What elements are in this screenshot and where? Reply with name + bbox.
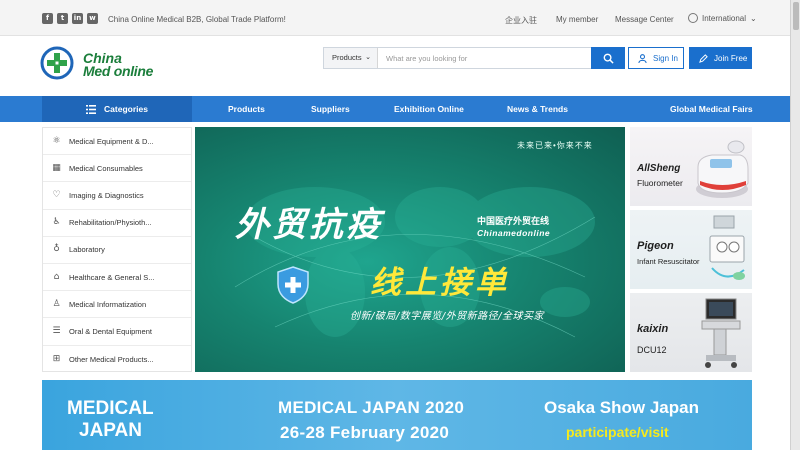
sidebar-item-label: Medical Equipment & D... [69, 136, 154, 146]
vertical-scrollbar[interactable] [790, 0, 800, 450]
heartbeat-icon: ♡ [52, 189, 61, 200]
expo-logo-line1: MEDICAL [67, 398, 154, 419]
ad-product: Fluorometer [637, 178, 683, 188]
language-label: International [702, 13, 747, 23]
resuscitator-device-image [709, 215, 745, 280]
social-links: f t in w [42, 13, 98, 24]
shield-icon [277, 266, 309, 304]
search-button[interactable] [591, 47, 625, 69]
scrollbar-thumb[interactable] [793, 2, 799, 30]
sidebar-item-label: Healthcare & General S... [69, 272, 155, 282]
expo-cta[interactable]: participate/visit [566, 424, 669, 440]
expo-logo-line2: JAPAN [79, 420, 142, 441]
apps-icon: ⊞ [52, 353, 61, 364]
main-nav: Categories Products Suppliers Exhibition… [0, 96, 790, 122]
chevron-down-icon: ⌄ [750, 13, 757, 23]
linkedin-icon[interactable]: in [72, 13, 83, 24]
ad-kaixin-dcu12[interactable]: kaixin DCU12 [630, 293, 752, 372]
facebook-icon[interactable]: f [42, 13, 53, 24]
expo-dates: 26-28 February 2020 [280, 423, 450, 442]
sidebar-item-medical-equipment[interactable]: ⚛ Medical Equipment & D... [43, 128, 191, 156]
nav-categories-label: Categories [104, 104, 148, 114]
top-utility-bar: f t in w China Online Medical B2B, Globa… [0, 0, 790, 36]
ad-brand: Pigeon [637, 240, 674, 252]
sidebar-item-other-products[interactable]: ⊞ Other Medical Products... [43, 346, 191, 373]
banner-site-cn: 中国医疗外贸在线 [477, 216, 550, 226]
nav-categories[interactable]: Categories [42, 96, 192, 122]
fluorometer-device-image [696, 140, 749, 198]
banner-slogan: 创新/破局/数字展览/外贸新路径/全球买家 [350, 311, 544, 322]
ad-product: DCU12 [637, 345, 667, 355]
medical-japan-banner[interactable]: MEDICAL JAPAN MEDICAL JAPAN 2020 26-28 F… [42, 380, 752, 450]
join-free-button[interactable]: Join Free [689, 47, 752, 69]
sidebar-item-imaging-diagnostics[interactable]: ♡ Imaging & Diagnostics [43, 182, 191, 210]
sidebar-item-label: Medical Informatization [69, 299, 147, 309]
sidebar-item-label: Other Medical Products... [69, 354, 154, 364]
nav-item-suppliers[interactable]: Suppliers [311, 104, 350, 114]
nav-item-exhibition-online[interactable]: Exhibition Online [394, 104, 464, 114]
sign-in-button[interactable]: Sign In [628, 47, 684, 69]
message-center-link[interactable]: Message Center [615, 15, 674, 24]
ad-brand: AllSheng [637, 163, 681, 174]
sign-in-label: Sign In [653, 53, 678, 63]
wechat-icon[interactable]: w [87, 13, 98, 24]
ultrasound-device-image [701, 298, 741, 368]
tooth-icon: ♁ [53, 244, 60, 255]
site-tagline: China Online Medical B2B, Global Trade P… [108, 15, 286, 24]
sidebar-item-label: Medical Consumables [69, 163, 143, 173]
search-category-select[interactable]: Products ⌄ [324, 48, 378, 68]
banner-top-text: 未来已来•你来不来 [517, 141, 593, 150]
chevron-down-icon: ⌄ [365, 54, 371, 61]
enterprise-enter-link[interactable]: 企业入驻 [505, 15, 537, 26]
expo-location: Osaka Show Japan [544, 398, 699, 417]
sidebar-item-laboratory[interactable]: ♁ Laboratory [43, 237, 191, 264]
grid-icon: ▦ [52, 162, 61, 173]
menu-icon [86, 104, 97, 114]
sidebar-item-rehabilitation[interactable]: ♿ Rehabilitation/Physioth... [43, 210, 191, 237]
join-free-label: Join Free [714, 53, 748, 63]
expo-logo: MEDICAL JAPAN [67, 398, 154, 442]
globe-icon [688, 13, 698, 23]
ad-allsheng-fluorometer[interactable]: AllSheng Fluorometer [630, 127, 752, 206]
expo-title: MEDICAL JAPAN 2020 [278, 398, 465, 417]
twitter-icon[interactable]: t [57, 13, 68, 24]
banner-site-en: Chinamedonline [477, 228, 551, 238]
sidebar-item-medical-informatization[interactable]: ♙ Medical Informatization [43, 291, 191, 319]
sidebar-item-healthcare[interactable]: ⌂ Healthcare & General S... [43, 264, 191, 292]
category-sidebar: ⚛ Medical Equipment & D... ▦ Medical Con… [42, 127, 192, 372]
search-icon [603, 53, 614, 64]
my-member-link[interactable]: My member [556, 15, 598, 24]
ad-brand: kaixin [637, 323, 669, 335]
person-icon: ♙ [52, 298, 61, 309]
atom-icon: ⚛ [52, 135, 61, 146]
sidebar-item-oral-dental[interactable]: ☰ Oral & Dental Equipment [43, 318, 191, 346]
banner-headline-2: 线上接单 [370, 265, 510, 301]
logo-mark-icon[interactable] [40, 46, 74, 80]
ad-product: Infant Resuscitator [637, 257, 700, 266]
list-icon: ☰ [52, 325, 61, 336]
search-input[interactable] [382, 48, 587, 68]
sidebar-item-medical-consumables[interactable]: ▦ Medical Consumables [43, 155, 191, 183]
edit-icon [699, 53, 708, 63]
logo-text-medonline: Med online [83, 63, 154, 79]
wheelchair-icon: ♿ [52, 217, 61, 228]
page: f t in w China Online Medical B2B, Globa… [0, 0, 790, 450]
world-map-graphic [234, 187, 596, 338]
nav-item-products[interactable]: Products [228, 104, 265, 114]
home-icon: ⌂ [53, 271, 60, 282]
user-icon [638, 53, 647, 63]
language-selector[interactable]: International ⌄ [688, 13, 757, 23]
nav-item-news-trends[interactable]: News & Trends [507, 104, 568, 114]
hero-banner[interactable]: 未来已来•你来不来 外贸抗疫 中国医疗外贸在线 Chinamedonline 线… [195, 127, 625, 372]
nav-item-global-medical-fairs[interactable]: Global Medical Fairs [670, 104, 753, 114]
site-header: China Med online Products ⌄ Sign In [0, 36, 790, 96]
search-bar: Products ⌄ [323, 47, 625, 69]
sidebar-item-label: Oral & Dental Equipment [69, 326, 152, 336]
sidebar-item-label: Rehabilitation/Physioth... [69, 218, 152, 228]
search-category-label: Products [332, 53, 362, 62]
sidebar-item-label: Imaging & Diagnostics [69, 190, 144, 200]
sidebar-item-label: Laboratory [69, 245, 105, 255]
banner-headline-1: 外贸抗疫 [235, 205, 383, 245]
ad-pigeon-infant-resuscitator[interactable]: Pigeon Infant Resuscitator [630, 210, 752, 289]
